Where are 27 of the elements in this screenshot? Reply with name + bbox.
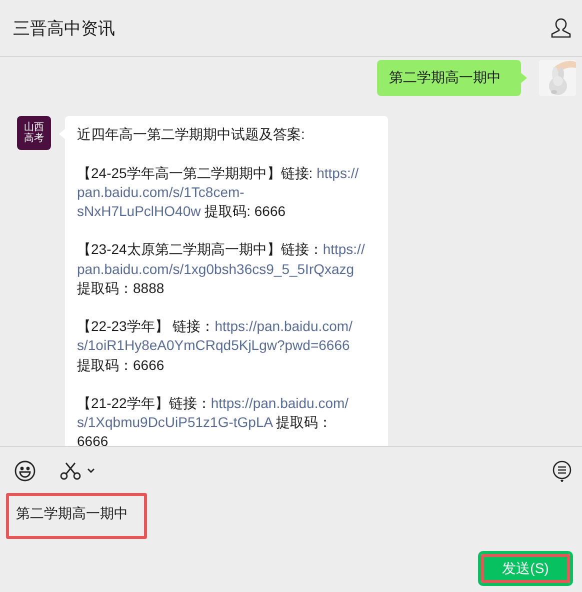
- emoji-icon[interactable]: [14, 460, 36, 482]
- message-text: 提取码：: [275, 414, 332, 430]
- message-text: 【21-22学年】链接：: [77, 394, 211, 411]
- message-text: 第二学期高一期中: [389, 69, 501, 85]
- avatar-text: 山西: [24, 122, 44, 134]
- message-text: 提取码：6666: [77, 356, 164, 373]
- message-text: 【24-25学年高一第二学期期中】链接:: [77, 164, 314, 181]
- message-text: 提取码：8888: [77, 280, 164, 296]
- chat-history-icon[interactable]: [552, 460, 572, 482]
- message-text: 近四年高一第二学期期中试题及答案:: [77, 126, 305, 142]
- message-text: 【22-23学年】 链接：: [77, 318, 215, 334]
- avatar-text: 高考: [24, 133, 44, 144]
- message-text: 提取码: 6666: [204, 203, 286, 219]
- profile-icon[interactable]: [550, 17, 572, 39]
- chat-title: 三晋高中资讯: [13, 18, 115, 40]
- link[interactable]: https://pan.baidu.com/: [214, 318, 352, 334]
- scissors-icon[interactable]: [60, 461, 96, 481]
- link[interactable]: sNxH7LuPclHO40w: [77, 203, 201, 219]
- link[interactable]: s/1Xqbmu9DcUiP51z1G-tGpLA: [77, 414, 272, 430]
- message-input[interactable]: 第二学期高一期中: [6, 493, 147, 539]
- link[interactable]: https://: [322, 241, 365, 258]
- message-text: 【23-24太原第二学期高一期中】链接：: [77, 241, 323, 258]
- link[interactable]: https://: [316, 164, 359, 181]
- link[interactable]: https://pan.baidu.com/: [210, 394, 349, 411]
- link[interactable]: pan.baidu.com/s/1Tc8cem-: [77, 184, 244, 200]
- link[interactable]: pan.baidu.com/s/1xg0bsh36cs9_5_5IrQxazg: [77, 260, 354, 277]
- link[interactable]: s/1oiR1Hy8eA0YmCRqd5KjLgw?pwd=6666: [77, 337, 350, 354]
